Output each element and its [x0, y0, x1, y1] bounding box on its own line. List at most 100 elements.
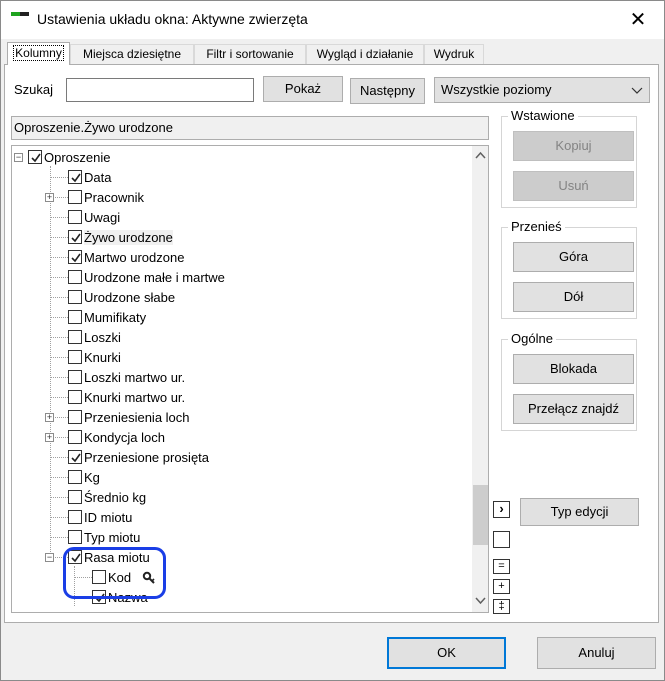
tree-node[interactable]: Loszki	[12, 328, 467, 348]
cancel-button[interactable]: Anuluj	[537, 637, 656, 669]
tab-decimal-places[interactable]: Miejsca dziesiętne	[70, 44, 194, 64]
tree-checkbox[interactable]	[68, 330, 82, 344]
tree-node[interactable]: Mumifikaty	[12, 308, 467, 328]
tab-columns[interactable]: Kolumny	[7, 42, 70, 65]
lock-button[interactable]: Blokada	[513, 354, 634, 384]
move-up-button[interactable]: Góra	[513, 242, 634, 272]
expand-icon[interactable]: +	[45, 433, 54, 442]
tree-node-label: ID miotu	[84, 510, 133, 525]
scroll-up-icon[interactable]	[472, 148, 488, 165]
next-button[interactable]: Następny	[350, 78, 425, 104]
tree-node-label: Urodzone słabe	[84, 290, 176, 305]
scroll-down-icon[interactable]	[472, 593, 488, 610]
tree-node[interactable]: − Oproszenie	[12, 148, 467, 168]
add-column-button[interactable]: ›	[493, 501, 510, 518]
tree-node[interactable]: Martwo urodzone	[12, 248, 467, 268]
tree-node[interactable]: ID miotu	[12, 508, 467, 528]
expand-icon[interactable]: +	[45, 413, 54, 422]
tree-node[interactable]: Żywo urodzone	[12, 228, 467, 248]
level-select[interactable]: Wszystkie poziomy	[434, 77, 650, 103]
tree-node-label: Kg	[84, 470, 100, 485]
move-group-title: Przenieś	[508, 219, 565, 234]
selected-path: Oproszenie.Żywo urodzone	[11, 116, 489, 140]
expand-all-button[interactable]: ‡	[493, 599, 510, 614]
tree-node-label: Martwo urodzone	[84, 250, 185, 265]
app-icon	[11, 12, 29, 24]
tree-node[interactable]: + Pracownik	[12, 188, 467, 208]
tree-checkbox[interactable]	[68, 450, 82, 464]
tree-node[interactable]: Loszki martwo ur.	[12, 368, 467, 388]
tree-node[interactable]: + Przeniesienia loch	[12, 408, 467, 428]
general-group: Ogólne Blokada Przełącz znajdź	[501, 331, 637, 431]
tree-node-label: Typ miotu	[84, 530, 141, 545]
tree-scrollbar[interactable]	[472, 146, 488, 612]
collapse-button[interactable]: =	[493, 559, 510, 574]
expand-icon[interactable]: +	[45, 193, 54, 202]
tree-checkbox[interactable]	[68, 270, 82, 284]
tree-node[interactable]: Knurki	[12, 348, 467, 368]
tree-node[interactable]: Przeniesione prosięta	[12, 448, 467, 468]
delete-button[interactable]: Usuń	[513, 171, 634, 201]
tree-checkbox[interactable]	[68, 470, 82, 484]
collapse-icon[interactable]: −	[14, 153, 23, 162]
tree-checkbox[interactable]	[68, 510, 82, 524]
close-icon[interactable]: ✕	[625, 7, 651, 33]
tree-node-label: Pracownik	[84, 190, 144, 205]
tree-node-label: Knurki martwo ur.	[84, 390, 186, 405]
tree-checkbox[interactable]	[68, 250, 82, 264]
tree-node-label: Data	[84, 170, 112, 185]
tree-node-label: Urodzone małe i martwe	[84, 270, 225, 285]
tree-node[interactable]: Urodzone słabe	[12, 288, 467, 308]
settings-dialog: Ustawienia układu okna: Aktywne zwierzęt…	[0, 0, 665, 681]
expand-button[interactable]: +	[493, 579, 510, 594]
tree-checkbox[interactable]	[68, 390, 82, 404]
tree-node[interactable]: Średnio kg	[12, 488, 467, 508]
tab-print[interactable]: Wydruk	[424, 44, 484, 64]
tree-checkbox[interactable]	[68, 430, 82, 444]
tab-appearance[interactable]: Wygląd i działanie	[306, 44, 424, 64]
inserted-group-title: Wstawione	[508, 108, 578, 123]
copy-button[interactable]: Kopiuj	[513, 131, 634, 161]
tree-node[interactable]: Uwagi	[12, 208, 467, 228]
tree-checkbox[interactable]	[68, 170, 82, 184]
tree-node[interactable]: Data	[12, 168, 467, 188]
tree-node-label: Mumifikaty	[84, 310, 147, 325]
tree-checkbox[interactable]	[68, 210, 82, 224]
tab-label: Kolumny	[13, 45, 64, 61]
ok-button[interactable]: OK	[387, 637, 506, 669]
tree-checkbox[interactable]	[68, 190, 82, 204]
tree-node-label: Loszki martwo ur.	[84, 370, 186, 385]
tab-filter-sort[interactable]: Filtr i sortowanie	[194, 44, 306, 64]
tree-node-label: Średnio kg	[84, 490, 147, 505]
move-group: Przenieś Góra Dół	[501, 219, 637, 319]
tree-node-label: Oproszenie	[44, 150, 111, 165]
tree-node[interactable]: Knurki martwo ur.	[12, 388, 467, 408]
inserted-group: Wstawione Kopiuj Usuń	[501, 108, 637, 208]
columns-tree[interactable]: − Oproszenie Data + Pracownik Uwagi Żywo urodz…	[11, 145, 489, 613]
tree-checkbox[interactable]	[68, 310, 82, 324]
tree-checkbox[interactable]	[68, 530, 82, 544]
window-title: Ustawienia układu okna: Aktywne zwierzęt…	[37, 11, 308, 27]
search-input[interactable]	[66, 78, 254, 102]
tree-checkbox[interactable]	[68, 410, 82, 424]
toggle-found-button[interactable]: Przełącz znajdź	[513, 394, 634, 424]
toggle-checkbox[interactable]	[493, 531, 510, 548]
collapse-icon[interactable]: −	[45, 553, 54, 562]
tree-checkbox[interactable]	[68, 350, 82, 364]
move-down-button[interactable]: Dół	[513, 282, 634, 312]
show-button[interactable]: Pokaż	[263, 76, 343, 102]
tree-node[interactable]: Urodzone małe i martwe	[12, 268, 467, 288]
tree-checkbox[interactable]	[68, 230, 82, 244]
scroll-thumb[interactable]	[473, 485, 488, 545]
edit-type-button[interactable]: Typ edycji	[520, 498, 639, 526]
tree-checkbox[interactable]	[68, 290, 82, 304]
tree-checkbox[interactable]	[68, 370, 82, 384]
tree-node-label: Loszki	[84, 330, 121, 345]
general-group-title: Ogólne	[508, 331, 556, 346]
tree-node[interactable]: + Kondycja loch	[12, 428, 467, 448]
tree-checkbox[interactable]	[68, 490, 82, 504]
tree-node[interactable]: Kg	[12, 468, 467, 488]
tree-checkbox[interactable]	[28, 150, 42, 164]
chevron-down-icon	[631, 78, 643, 112]
tree-node[interactable]: Typ miotu	[12, 528, 467, 548]
